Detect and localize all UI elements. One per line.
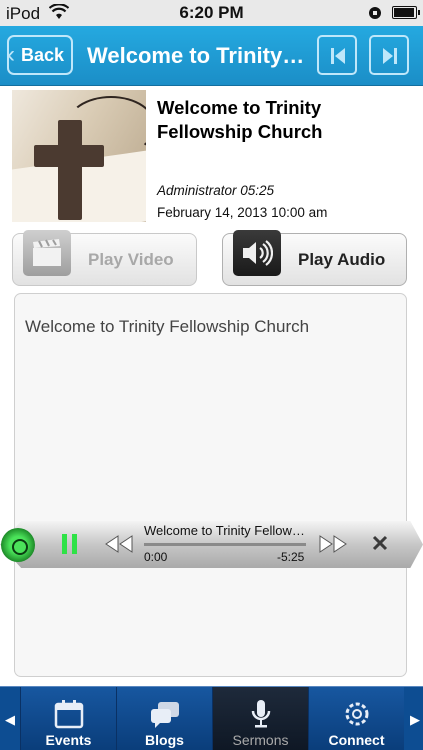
scroll-left-icon[interactable]: ◀ <box>5 712 15 728</box>
now-playing-title: Welcome to Trinity Fellowship Church <box>144 523 306 538</box>
tab-connect[interactable]: Connect <box>308 687 404 750</box>
nav-bar: ‹ Back Welcome to Trinity Fellowship Chu… <box>0 26 423 86</box>
playback-progress[interactable] <box>144 543 306 546</box>
previous-item-button[interactable] <box>317 35 357 75</box>
microphone-icon <box>251 700 271 728</box>
sermon-title: Welcome to Trinity Fellowship Church <box>157 97 323 142</box>
rewind-button[interactable] <box>104 535 134 558</box>
play-video-label: Play Video <box>88 250 174 269</box>
pause-icon <box>62 534 77 554</box>
play-audio-label: Play Audio <box>298 250 386 269</box>
description-text: Welcome to Trinity Fellowship Church <box>25 317 310 336</box>
sermon-thumbnail <box>12 90 146 222</box>
calendar-icon <box>54 700 84 729</box>
status-time: 6:20 PM <box>179 3 244 22</box>
status-bar: iPod 6:20 PM <box>0 0 423 26</box>
back-button-label: Back <box>21 44 65 65</box>
connect-icon <box>345 702 369 726</box>
scroll-right-icon[interactable]: ▶ <box>410 712 420 728</box>
sermon-date: February 14, 2013 10:00 am <box>157 205 328 220</box>
tab-sermons[interactable]: Sermons <box>212 687 308 750</box>
play-video-button[interactable]: Play Video <box>12 230 197 286</box>
tab-label: Events <box>45 732 92 748</box>
elapsed-time: 0:00 <box>144 550 168 564</box>
close-player-button[interactable] <box>371 534 389 557</box>
tab-label: Sermons <box>232 732 289 748</box>
skip-next-icon <box>383 48 397 64</box>
player-logo-icon[interactable] <box>1 528 35 562</box>
rotation-lock-icon <box>368 5 382 25</box>
audio-player: Welcome to Trinity Fellowship Church 0:0… <box>0 521 423 568</box>
play-audio-button[interactable]: Play Audio <box>222 230 407 286</box>
chevron-left-icon: ‹ <box>7 41 15 68</box>
tab-label: Blogs <box>145 732 184 748</box>
tab-bar: ◀ Events Blogs Sermons Connect ▶ <box>0 686 423 750</box>
sermon-author: Administrator 05:25 <box>157 183 275 198</box>
fast-forward-button[interactable] <box>318 535 348 558</box>
sermon-description: Welcome to Trinity Fellowship Church <box>14 293 407 677</box>
close-icon <box>372 535 388 551</box>
speaker-icon <box>233 230 281 276</box>
clapperboard-icon <box>23 230 71 276</box>
next-item-button[interactable] <box>369 35 409 75</box>
back-button[interactable]: ‹ Back <box>7 35 73 75</box>
fast-forward-icon <box>319 535 347 553</box>
tab-events[interactable]: Events <box>20 687 116 750</box>
rewind-icon <box>105 535 133 553</box>
tab-label: Connect <box>328 732 385 748</box>
skip-previous-icon <box>331 48 345 64</box>
page-title: Welcome to Trinity Fellowship Church <box>87 43 309 68</box>
battery-icon <box>392 6 420 19</box>
remaining-time: -5:25 <box>277 550 305 564</box>
pause-button[interactable] <box>60 533 80 560</box>
tab-blogs[interactable]: Blogs <box>116 687 212 750</box>
chat-bubbles-icon <box>151 702 179 728</box>
